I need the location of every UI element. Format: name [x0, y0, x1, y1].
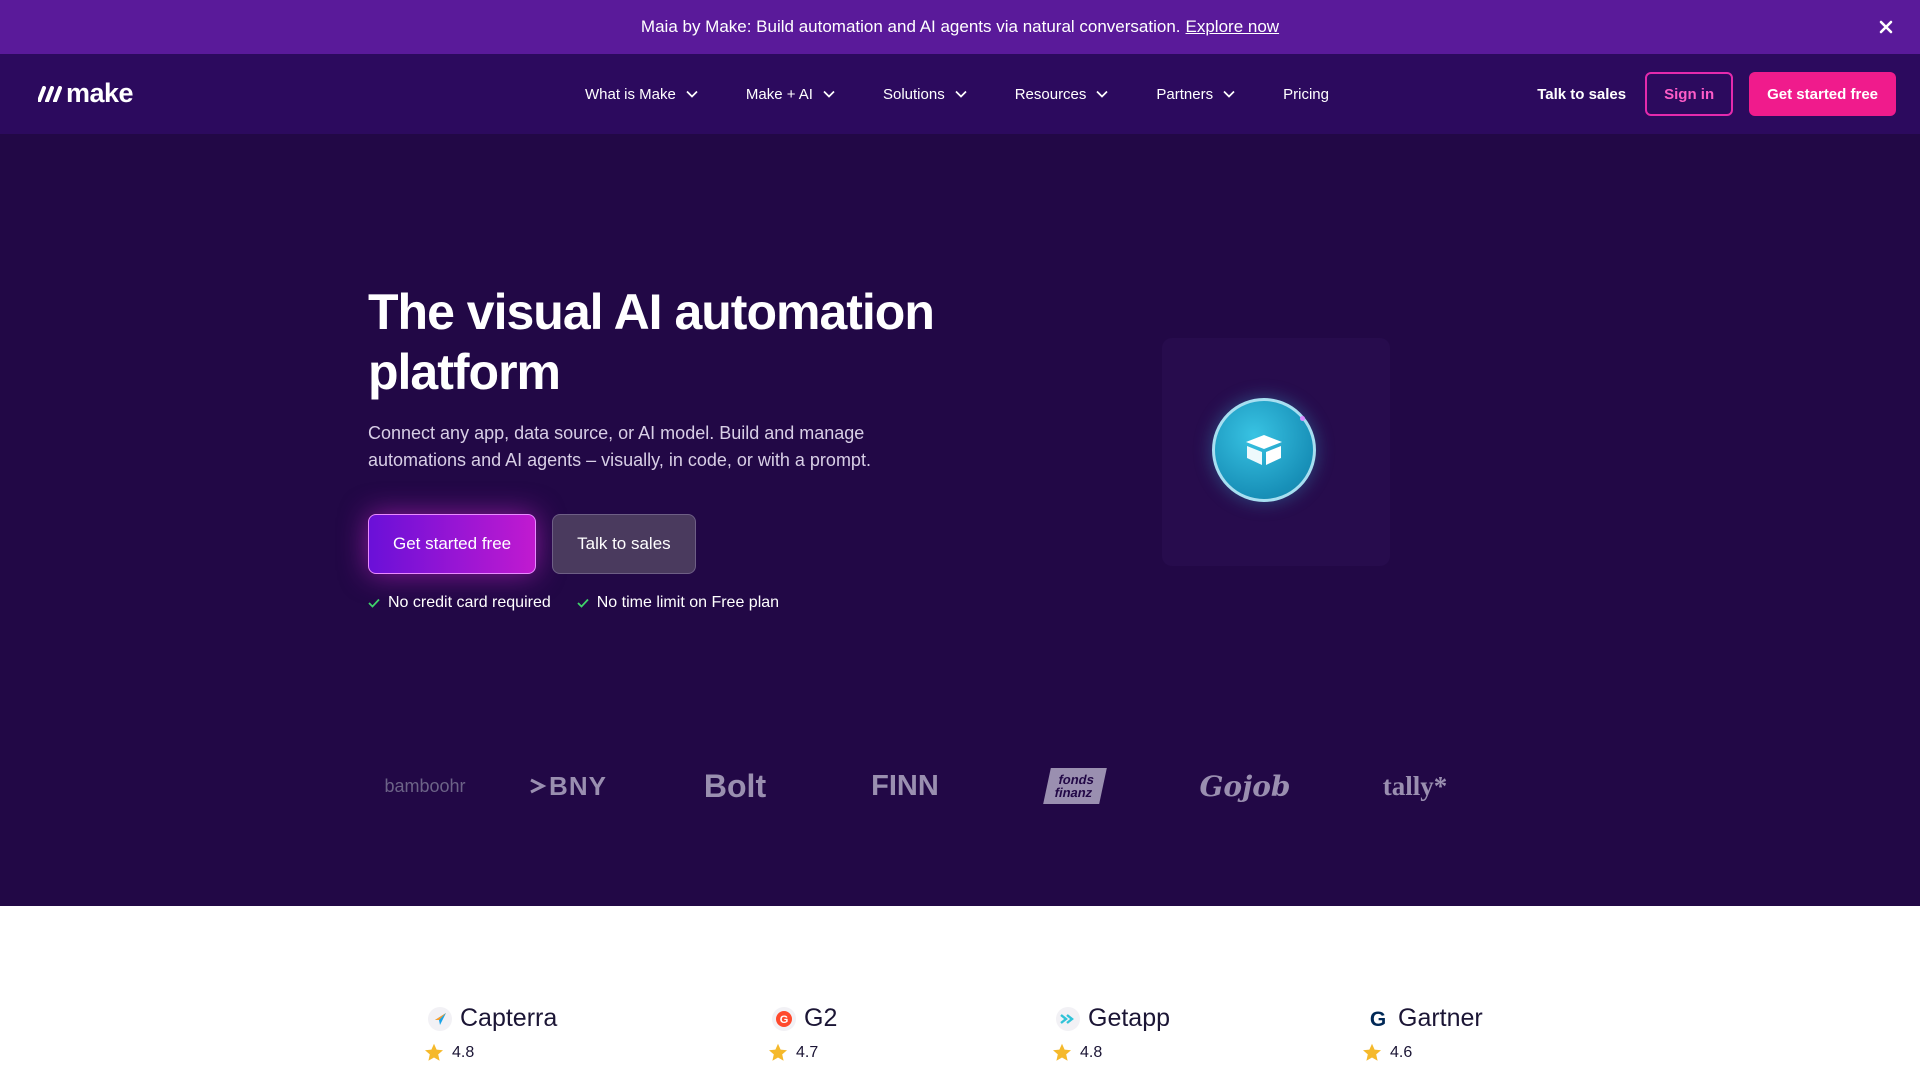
- announcement-banner: Maia by Make: Build automation and AI ag…: [0, 0, 1920, 54]
- chevron-down-icon: [955, 90, 967, 98]
- nav-item-partners[interactable]: Partners: [1156, 86, 1235, 103]
- rating-name: Capterra: [460, 1004, 558, 1032]
- airtable-app-icon: [1212, 398, 1316, 502]
- svg-text:G: G: [1370, 1008, 1386, 1030]
- rating-score-value: 4.8: [1080, 1043, 1103, 1061]
- hero-talk-to-sales-button[interactable]: Talk to sales: [552, 514, 696, 574]
- capterra-icon: [428, 1006, 452, 1031]
- nav-item-label: Solutions: [882, 85, 945, 103]
- logo-bamboohr: bamboohr: [384, 775, 466, 796]
- check-item: No credit card required: [368, 594, 551, 612]
- make-logo[interactable]: make: [38, 78, 134, 109]
- g2-icon: G: [772, 1006, 796, 1031]
- customer-logos: bamboohr BNY Bolt FINN fonds finanz Gojo…: [380, 756, 1550, 816]
- rating-gartner[interactable]: G Gartner 4.6: [1363, 1004, 1483, 1062]
- check-item: No time limit on Free plan: [577, 594, 779, 612]
- rating-score-value: 4.6: [1390, 1043, 1413, 1061]
- rating-name: Gartner: [1398, 1004, 1483, 1032]
- check-item-label: No credit card required: [388, 594, 551, 611]
- logo-bolt: Bolt: [703, 767, 767, 804]
- nav-item-pricing[interactable]: Pricing: [1283, 86, 1329, 103]
- hero-cta-group: Get started free Talk to sales: [368, 514, 696, 574]
- chevron-down-icon: [1096, 90, 1109, 98]
- check-item-label: No time limit on Free plan: [596, 594, 780, 611]
- checkmark-icon: [577, 598, 589, 608]
- nav-menu: What is Make Make + AI Solutions Resourc…: [585, 54, 1377, 134]
- main-navigation: make What is Make Make + AI Solutions Re…: [0, 54, 1920, 134]
- getapp-icon: [1056, 1006, 1080, 1031]
- connection-dot: [1300, 416, 1305, 421]
- chevron-down-icon: [1223, 90, 1235, 98]
- logo-tally: tally*: [1382, 770, 1448, 801]
- star-icon: [769, 1043, 787, 1061]
- nav-item-make-ai[interactable]: Make + AI: [746, 86, 835, 103]
- close-icon[interactable]: [1874, 15, 1898, 39]
- rating-name: Getapp: [1088, 1004, 1171, 1032]
- hero-section: The visual AI automation platform Connec…: [0, 134, 1920, 906]
- get-started-button[interactable]: Get started free: [1749, 72, 1896, 116]
- logo-fonds-finanz: fonds finanz: [1030, 756, 1120, 816]
- nav-item-label: Make + AI: [745, 85, 813, 103]
- checkmark-icon: [368, 598, 380, 608]
- logo-bny: BNY: [520, 756, 616, 816]
- star-icon: [1363, 1043, 1381, 1061]
- rating-score-value: 4.7: [796, 1043, 819, 1061]
- gartner-icon: G: [1366, 1007, 1390, 1031]
- rating-capterra[interactable]: Capterra 4.8: [425, 1004, 558, 1062]
- rating-g2[interactable]: G G2 4.7: [769, 1004, 838, 1062]
- hero-title: The visual AI automation platform: [368, 284, 935, 400]
- nav-item-label: Partners: [1156, 85, 1214, 103]
- hero-subtitle: Connect any app, data source, or AI mode…: [368, 423, 871, 470]
- star-icon: [425, 1043, 443, 1061]
- bny-chevron-icon: [530, 778, 547, 794]
- nav-item-label: What is Make: [585, 85, 676, 103]
- logo-gojob: Gojob: [1199, 769, 1291, 803]
- nav-item-what-is-make[interactable]: What is Make: [585, 86, 698, 103]
- banner-explore-link[interactable]: Explore now: [1186, 17, 1280, 37]
- nav-item-resources[interactable]: Resources: [1015, 86, 1109, 103]
- sign-in-button[interactable]: Sign in: [1645, 72, 1734, 116]
- rating-getapp[interactable]: Getapp 4.8: [1053, 1004, 1171, 1062]
- ratings-section: Capterra 4.8 G G2 4.7 Getapp 4.8 G Gartn…: [0, 906, 1920, 1080]
- rating-score-value: 4.8: [452, 1043, 475, 1061]
- logo-text: make: [66, 78, 134, 108]
- chevron-down-icon: [823, 90, 835, 98]
- rating-name: G2: [804, 1004, 838, 1032]
- hero-get-started-button[interactable]: Get started free: [368, 514, 537, 574]
- talk-to-sales-link[interactable]: Talk to sales: [1537, 86, 1626, 103]
- chevron-down-icon: [686, 90, 698, 98]
- nav-actions: Talk to sales Sign in Get started free: [1537, 72, 1896, 116]
- banner-text: Maia by Make: Build automation and AI ag…: [640, 17, 1181, 36]
- star-icon: [1053, 1043, 1071, 1061]
- nav-item-label: Pricing: [1283, 85, 1329, 103]
- hero-checklist: No credit card required No time limit on…: [368, 594, 779, 612]
- nav-item-solutions[interactable]: Solutions: [883, 86, 967, 103]
- svg-text:G: G: [780, 1014, 789, 1026]
- nav-item-label: Resources: [1014, 85, 1087, 103]
- make-logo-icon: [38, 85, 62, 102]
- logo-finn: FINN: [871, 769, 939, 802]
